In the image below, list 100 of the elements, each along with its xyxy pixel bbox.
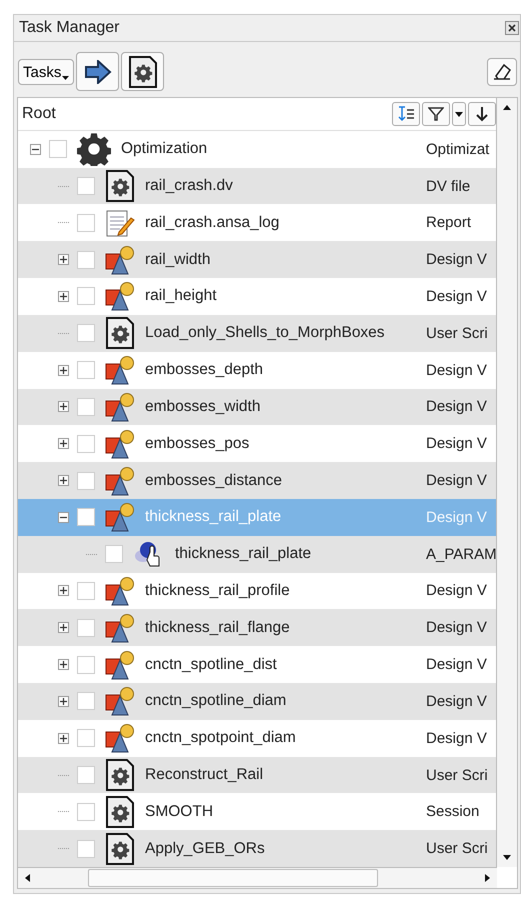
task-name: Load_only_Shells_to_MorphBoxes <box>145 324 385 342</box>
task-type: Design V <box>426 730 487 747</box>
row-checkbox[interactable] <box>77 729 95 748</box>
close-button[interactable] <box>505 21 519 35</box>
expand-button[interactable] <box>58 254 69 266</box>
row-checkbox[interactable] <box>49 140 67 158</box>
row-checkbox[interactable] <box>77 766 95 784</box>
expand-button[interactable] <box>58 401 69 412</box>
gear-document-icon <box>105 794 135 829</box>
task-type: DV file <box>426 178 470 195</box>
tree-row[interactable]: rail_crash.dv DV file <box>18 168 496 204</box>
row-checkbox[interactable] <box>77 472 95 490</box>
task-type: User Scri <box>426 324 488 342</box>
plus-icon <box>60 256 67 264</box>
task-name: rail_height <box>145 287 217 306</box>
shapes-icon <box>105 281 135 312</box>
row-checkbox[interactable] <box>77 582 95 600</box>
collapse-button[interactable] <box>58 512 69 523</box>
row-checkbox[interactable] <box>77 802 95 821</box>
plus-icon <box>60 292 67 300</box>
down-arrow-button[interactable] <box>468 102 496 126</box>
column-header: Root <box>22 104 56 123</box>
eraser-button[interactable] <box>487 58 517 86</box>
row-checkbox[interactable] <box>77 656 95 674</box>
row-checkbox[interactable] <box>77 361 95 380</box>
vertical-scrollbar[interactable] <box>496 98 517 867</box>
eraser-icon <box>492 62 512 82</box>
tree-row[interactable]: SMOOTH Session <box>18 793 496 830</box>
dropdown-button[interactable] <box>452 102 466 126</box>
shapes-icon <box>105 466 135 496</box>
shapes-icon <box>105 428 135 459</box>
close-icon <box>507 23 517 33</box>
tree-row[interactable]: thickness_rail_flange Design V <box>18 609 496 646</box>
task-type: Design V <box>426 582 487 600</box>
tree-row[interactable]: embosses_distance Design V <box>18 462 496 499</box>
row-checkbox[interactable] <box>77 250 95 269</box>
scrollbar-thumb[interactable] <box>88 869 378 887</box>
expand-button[interactable] <box>58 622 69 634</box>
tree-row[interactable]: thickness_rail_plate A_PARAM <box>18 536 496 573</box>
task-name: cnctn_spotline_dist <box>145 656 277 674</box>
expand-button[interactable] <box>58 585 69 596</box>
task-type: Design V <box>426 398 487 416</box>
gear-document-icon <box>105 169 135 204</box>
task-name: embosses_distance <box>145 472 282 490</box>
row-checkbox[interactable] <box>77 618 95 637</box>
shapes-icon <box>105 502 135 532</box>
plus-icon <box>60 698 67 705</box>
plus-icon <box>60 734 67 742</box>
row-checkbox[interactable] <box>77 434 95 453</box>
task-type: Design V <box>426 508 487 526</box>
task-type: Design V <box>426 435 487 452</box>
task-name: cnctn_spotline_diam <box>145 692 286 710</box>
shapes-icon <box>105 576 135 606</box>
tree-row[interactable]: cnctn_spotline_diam Design V <box>18 683 496 720</box>
task-type: Report <box>426 214 472 232</box>
tree-row[interactable]: embosses_width Design V <box>18 388 496 426</box>
expand-button[interactable] <box>58 659 69 670</box>
shapes-icon <box>105 723 135 754</box>
panel-title: Task Manager <box>19 19 120 37</box>
task-name: SMOOTH <box>145 802 214 821</box>
task-name: thickness_rail_profile <box>145 582 290 600</box>
task-name: rail_crash.dv <box>145 177 233 196</box>
run-button[interactable] <box>76 52 120 91</box>
row-checkbox[interactable] <box>77 177 95 196</box>
shapes-icon <box>105 686 135 716</box>
triangle-left-icon <box>23 873 33 883</box>
filter-icon <box>428 106 444 121</box>
shapes-icon <box>105 392 135 422</box>
gear-document-icon <box>105 832 135 866</box>
task-name: cnctn_spotpoint_diam <box>145 729 296 748</box>
horizontal-scrollbar[interactable] <box>18 867 497 888</box>
row-checkbox[interactable] <box>105 545 123 564</box>
tree-row[interactable]: Reconstruct_Rail User Scri <box>18 756 496 794</box>
tasks-menu-button[interactable]: Tasks <box>18 58 74 84</box>
row-checkbox[interactable] <box>77 692 95 710</box>
task-name: Optimization <box>121 140 208 158</box>
expand-button[interactable] <box>58 732 69 744</box>
tree-row[interactable]: Apply_GEB_ORs User Scri <box>18 830 496 868</box>
tree-row[interactable]: thickness_rail_profile Design V <box>18 572 496 610</box>
row-checkbox[interactable] <box>77 398 95 416</box>
expand-button[interactable] <box>58 364 69 376</box>
expand-button[interactable] <box>58 438 69 450</box>
gear-document-icon <box>105 316 135 350</box>
notepad-pencil-icon <box>105 208 135 238</box>
row-checkbox[interactable] <box>77 324 95 342</box>
task-name: Apply_GEB_ORs <box>145 840 265 858</box>
collapse-button[interactable] <box>30 144 41 155</box>
tree-row[interactable]: Load_only_Shells_to_MorphBoxes User Scri <box>18 314 496 352</box>
sort-button[interactable] <box>392 102 420 126</box>
expand-button[interactable] <box>58 290 69 302</box>
tree-row[interactable]: rail_width Design V <box>18 241 496 278</box>
row-checkbox[interactable] <box>77 287 95 306</box>
expand-button[interactable] <box>58 475 69 486</box>
script-button[interactable] <box>121 52 164 91</box>
filter-button[interactable] <box>422 102 450 126</box>
expand-button[interactable] <box>58 696 69 707</box>
row-checkbox[interactable] <box>77 214 95 232</box>
row-checkbox[interactable] <box>77 840 95 858</box>
task-type: Design V <box>426 619 487 636</box>
row-checkbox[interactable] <box>77 508 95 526</box>
